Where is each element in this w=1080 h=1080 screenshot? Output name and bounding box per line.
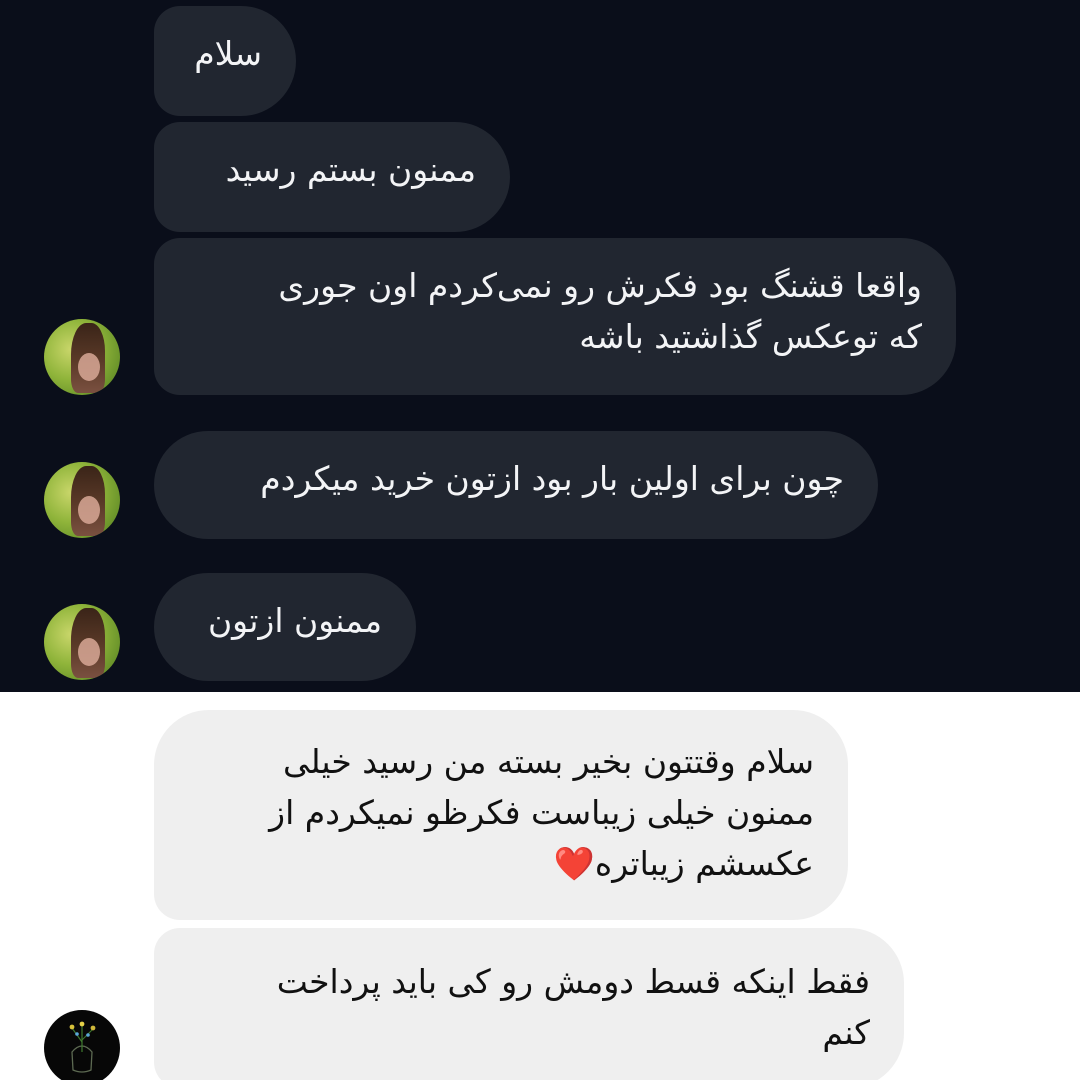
message-text-line: کنم bbox=[822, 1013, 870, 1052]
flower-jar-avatar-icon[interactable] bbox=[44, 1010, 120, 1080]
user-avatar-icon[interactable] bbox=[44, 462, 120, 538]
message-text-line: که توعکس گذاشتید باشه bbox=[579, 317, 922, 356]
user-avatar-icon[interactable] bbox=[44, 604, 120, 680]
message-text: سلام bbox=[194, 34, 262, 73]
light-chat-screenshot: سلام وقتتون بخیر بسته من رسید خیلی ممنون… bbox=[0, 692, 1080, 1080]
user-avatar-icon[interactable] bbox=[44, 319, 120, 395]
message-bubble[interactable]: ممنون بستم رسید bbox=[154, 122, 510, 232]
message-bubble[interactable]: چون برای اولین بار بود ازتون خرید میکردم bbox=[154, 431, 878, 539]
message-bubble[interactable]: سلام bbox=[154, 6, 296, 116]
message-bubble[interactable]: ممنون ازتون bbox=[154, 573, 416, 681]
message-bubble[interactable]: فقط اینکه قسط دومش رو کی باید پرداخت کنم bbox=[154, 928, 904, 1080]
message-text: ممنون ازتون bbox=[207, 601, 382, 640]
message-text-line: فقط اینکه قسط دومش رو کی باید پرداخت bbox=[276, 962, 870, 1001]
dark-chat-screenshot: سلام ممنون بستم رسید واقعا قشنگ بود فکرش… bbox=[0, 0, 1080, 692]
flower-jar-icon bbox=[69, 1021, 96, 1073]
message-text-line: واقعا قشنگ بود فکرش رو نمی‌کردم اون جوری bbox=[278, 266, 922, 305]
message-text-line: ممنون خیلی زیباست فکرظو نمیکردم از bbox=[269, 793, 814, 832]
message-bubble[interactable]: سلام وقتتون بخیر بسته من رسید خیلی ممنون… bbox=[154, 710, 848, 920]
message-text: چون برای اولین بار بود ازتون خرید میکردم bbox=[260, 459, 844, 498]
message-text-line: سلام وقتتون بخیر بسته من رسید خیلی bbox=[283, 742, 814, 781]
message-text-line: عکسشم زیباتره❤️ bbox=[553, 844, 814, 883]
message-bubble[interactable]: واقعا قشنگ بود فکرش رو نمی‌کردم اون جوری… bbox=[154, 238, 956, 395]
message-text: ممنون بستم رسید bbox=[225, 150, 476, 189]
